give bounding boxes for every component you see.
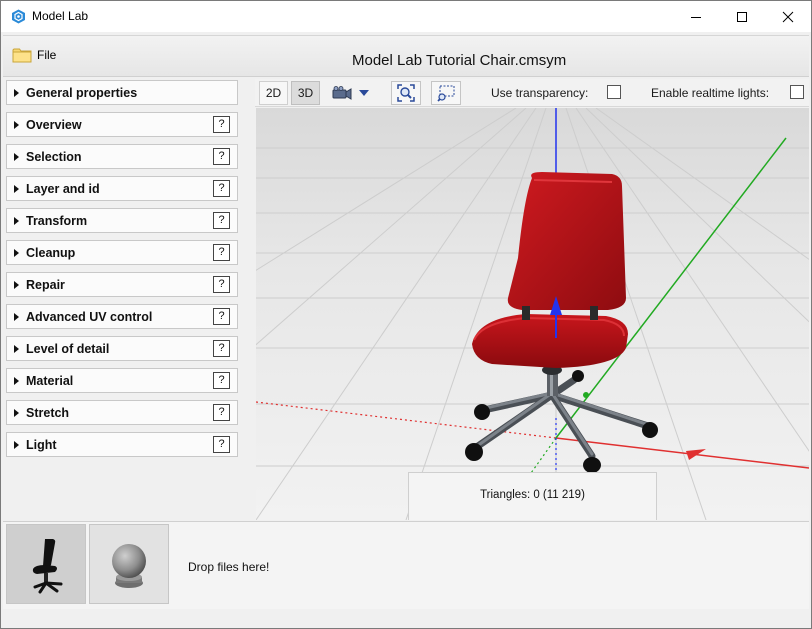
expand-arrow-icon (14, 249, 19, 257)
minimize-button[interactable] (673, 1, 719, 32)
expand-arrow-icon (14, 313, 19, 321)
expand-arrow-icon (14, 281, 19, 289)
model-lab-logo-icon (12, 9, 25, 24)
chair-thumbnail[interactable] (6, 524, 86, 604)
document-title: Model Lab Tutorial Chair.cmsym (352, 52, 567, 69)
section-advanced-uv-control[interactable]: Advanced UV control ? (6, 304, 238, 329)
help-button[interactable]: ? (213, 404, 230, 421)
file-menu[interactable]: File (12, 45, 56, 65)
expand-arrow-icon (14, 217, 19, 225)
chair-thumbnail-icon (32, 539, 63, 594)
viewport-canvas (256, 108, 809, 520)
window-title: Model Lab (32, 9, 89, 23)
3d-viewport[interactable]: Triangles: 0 (11 219) (256, 108, 809, 520)
use-transparency-checkbox[interactable] (607, 85, 621, 99)
folder-icon (12, 48, 32, 63)
section-material[interactable]: Material ? (6, 368, 238, 393)
section-label: Layer and id (26, 182, 100, 196)
expand-arrow-icon (14, 409, 19, 417)
section-general-properties[interactable]: General properties (6, 80, 238, 105)
maximize-button[interactable] (719, 1, 765, 32)
camera-icon (332, 86, 351, 100)
sphere-thumbnail-icon (112, 544, 146, 588)
enable-realtime-lights-checkbox[interactable] (790, 85, 804, 99)
section-label: Transform (26, 214, 88, 228)
triangle-count: Triangles: 0 (11 219) (480, 489, 585, 501)
help-button[interactable]: ? (213, 148, 230, 165)
file-menu-label: File (37, 48, 57, 62)
close-button[interactable] (765, 1, 811, 32)
help-button[interactable]: ? (213, 340, 230, 357)
expand-arrow-icon (14, 89, 19, 97)
zoom-extents-button[interactable] (391, 81, 421, 105)
view-toolbar: 2D 3D Use transparency: Enable realtime … (255, 79, 809, 107)
section-label: Advanced UV control (26, 310, 153, 324)
section-selection[interactable]: Selection ? (6, 144, 238, 169)
drop-files-label: Drop files here! (188, 560, 270, 574)
section-label: Light (26, 438, 57, 452)
section-label: Cleanup (26, 246, 76, 260)
section-label: Repair (26, 278, 65, 292)
help-button[interactable]: ? (213, 180, 230, 197)
help-button[interactable]: ? (213, 436, 230, 453)
section-stretch[interactable]: Stretch ? (6, 400, 238, 425)
use-transparency-label: Use transparency: (491, 86, 589, 100)
close-icon (782, 11, 794, 22)
section-level-of-detail[interactable]: Level of detail ? (6, 336, 238, 361)
help-button[interactable]: ? (213, 372, 230, 389)
section-overview[interactable]: Overview ? (6, 112, 238, 137)
status-bar (3, 611, 809, 628)
help-button[interactable]: ? (213, 116, 230, 133)
section-cleanup[interactable]: Cleanup ? (6, 240, 238, 265)
section-label: Material (26, 374, 74, 388)
triangle-count-panel: Triangles: 0 (11 219) (408, 472, 657, 520)
sphere-thumbnail[interactable] (89, 524, 169, 604)
section-transform[interactable]: Transform ? (6, 208, 238, 233)
chevron-down-icon (358, 90, 369, 96)
section-label: Level of detail (26, 342, 110, 356)
properties-panel: General properties Overview ? Selection … (3, 78, 243, 520)
expand-arrow-icon (14, 121, 19, 129)
expand-arrow-icon (14, 345, 19, 353)
section-light[interactable]: Light ? (6, 432, 238, 457)
help-button[interactable]: ? (213, 244, 230, 261)
help-button[interactable]: ? (213, 308, 230, 325)
enable-realtime-lights-label: Enable realtime lights: (651, 86, 770, 100)
view-3d-button[interactable]: 3D (291, 81, 320, 105)
expand-arrow-icon (14, 377, 19, 385)
header-bar: File Model Lab Tutorial Chair.cmsym (3, 35, 809, 77)
view-2d-button[interactable]: 2D (259, 81, 288, 105)
zoom-selection-button[interactable] (431, 81, 461, 105)
section-label: General properties (26, 86, 138, 100)
app-window: Model Lab File Model Lab Tutorial Chair.… (0, 0, 812, 629)
section-label: Selection (26, 150, 82, 164)
maximize-icon (737, 11, 747, 22)
zoom-selection-icon (437, 85, 455, 102)
zoom-extents-icon (397, 84, 415, 102)
expand-arrow-icon (14, 153, 19, 161)
help-button[interactable]: ? (213, 212, 230, 229)
help-button[interactable]: ? (213, 276, 230, 293)
expand-arrow-icon (14, 441, 19, 449)
title-bar: Model Lab (1, 1, 811, 32)
minimize-icon (691, 16, 701, 18)
camera-dropdown-button[interactable] (329, 81, 371, 105)
section-repair[interactable]: Repair ? (6, 272, 238, 297)
drop-area[interactable]: Drop files here! (3, 521, 809, 609)
section-label: Overview (26, 118, 82, 132)
expand-arrow-icon (14, 185, 19, 193)
section-label: Stretch (26, 406, 70, 420)
section-layer-and-id[interactable]: Layer and id ? (6, 176, 238, 201)
